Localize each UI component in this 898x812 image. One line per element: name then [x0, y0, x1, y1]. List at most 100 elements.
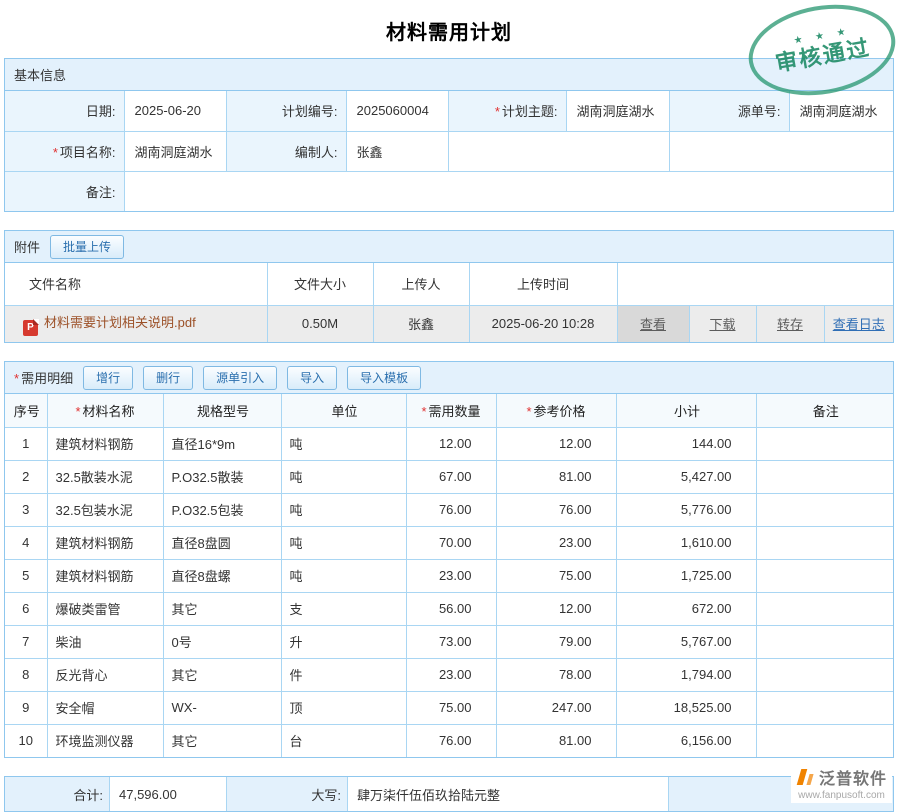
- cell-qty[interactable]: 23.00: [406, 559, 496, 592]
- add-row-button[interactable]: 增行: [83, 366, 133, 390]
- cell-spec[interactable]: 其它: [163, 724, 281, 757]
- source-import-button[interactable]: 源单引入: [203, 366, 277, 390]
- cell-remark[interactable]: [756, 592, 893, 625]
- cell-price[interactable]: 75.00: [496, 559, 616, 592]
- cell-spec[interactable]: 直径8盘螺: [163, 559, 281, 592]
- cell-spec[interactable]: 直径16*9m: [163, 427, 281, 460]
- import-button[interactable]: 导入: [287, 366, 337, 390]
- cell-unit[interactable]: 吨: [281, 559, 406, 592]
- plan-no-field[interactable]: 2025060004: [346, 91, 448, 131]
- cell-remark[interactable]: [756, 625, 893, 658]
- remark-field[interactable]: [124, 171, 893, 211]
- cell-unit[interactable]: 件: [281, 658, 406, 691]
- cell-unit[interactable]: 支: [281, 592, 406, 625]
- cell-remark[interactable]: [756, 427, 893, 460]
- subject-field[interactable]: 湖南洞庭湖水: [566, 91, 669, 131]
- cell-price[interactable]: 247.00: [496, 691, 616, 724]
- cell-remark[interactable]: [756, 724, 893, 757]
- date-field[interactable]: 2025-06-20: [124, 91, 226, 131]
- cell-unit[interactable]: 吨: [281, 526, 406, 559]
- cell-unit[interactable]: 吨: [281, 493, 406, 526]
- editor-field[interactable]: 张鑫: [346, 131, 448, 171]
- cell-qty[interactable]: 75.00: [406, 691, 496, 724]
- cell-price[interactable]: 81.00: [496, 724, 616, 757]
- transfer-link[interactable]: 转存: [777, 317, 803, 332]
- cell-spec[interactable]: 其它: [163, 658, 281, 691]
- view-log-link[interactable]: 查看日志: [833, 317, 885, 332]
- cell-seq: 4: [5, 526, 47, 559]
- cell-remark[interactable]: [756, 493, 893, 526]
- cell-qty[interactable]: 23.00: [406, 658, 496, 691]
- cell-spec[interactable]: P.O32.5散装: [163, 460, 281, 493]
- table-row: 3 32.5包装水泥 P.O32.5包装 吨 76.00 76.00 5,776…: [5, 493, 893, 526]
- cell-material-name[interactable]: 建筑材料钢筋: [47, 559, 163, 592]
- col-header-label: 小计: [674, 404, 700, 419]
- cell-material-name[interactable]: 建筑材料钢筋: [47, 526, 163, 559]
- cell-qty[interactable]: 70.00: [406, 526, 496, 559]
- cell-unit[interactable]: 台: [281, 724, 406, 757]
- col-header-label: 参考价格: [534, 404, 586, 419]
- cell-remark[interactable]: [756, 658, 893, 691]
- basic-info-header-bar: 基本信息: [5, 59, 893, 91]
- cell-material-name[interactable]: 32.5包装水泥: [47, 493, 163, 526]
- cell-price[interactable]: 78.00: [496, 658, 616, 691]
- attachments-header-row: 文件名称 文件大小 上传人 上传时间: [5, 263, 893, 305]
- cell-seq: 3: [5, 493, 47, 526]
- cell-remark[interactable]: [756, 526, 893, 559]
- cell-subtotal: 144.00: [616, 427, 756, 460]
- cell-material-name[interactable]: 32.5散装水泥: [47, 460, 163, 493]
- required-mark: *: [53, 145, 58, 160]
- cell-price[interactable]: 81.00: [496, 460, 616, 493]
- cell-unit[interactable]: 顶: [281, 691, 406, 724]
- cell-remark[interactable]: [756, 460, 893, 493]
- cell-unit[interactable]: 升: [281, 625, 406, 658]
- table-row: 9 安全帽 WX- 顶 75.00 247.00 18,525.00: [5, 691, 893, 724]
- col-header-file-size: 文件大小: [267, 263, 373, 305]
- cell-qty[interactable]: 73.00: [406, 625, 496, 658]
- view-link[interactable]: 查看: [640, 317, 666, 332]
- project-name-label-text: 项目名称:: [60, 145, 116, 160]
- file-name-link[interactable]: 材料需要计划相关说明.pdf: [44, 315, 196, 330]
- cell-material-name[interactable]: 反光背心: [47, 658, 163, 691]
- source-no-field[interactable]: 湖南洞庭湖水: [789, 91, 893, 131]
- col-header-label: 备注: [813, 404, 839, 419]
- cell-material-name[interactable]: 柴油: [47, 625, 163, 658]
- cell-remark[interactable]: [756, 559, 893, 592]
- subject-label-text: 计划主题:: [502, 104, 558, 119]
- cell-qty[interactable]: 76.00: [406, 724, 496, 757]
- cell-price[interactable]: 76.00: [496, 493, 616, 526]
- cell-qty[interactable]: 12.00: [406, 427, 496, 460]
- table-row: 4 建筑材料钢筋 直径8盘圆 吨 70.00 23.00 1,610.00: [5, 526, 893, 559]
- cell-spec[interactable]: 0号: [163, 625, 281, 658]
- table-row: 6 爆破类雷管 其它 支 56.00 12.00 672.00: [5, 592, 893, 625]
- material-requirement-plan-page: 材料需用计划 ★ ★ ★ 审核通过 基本信息 日期: 2025-06-20 计划…: [0, 0, 898, 812]
- cell-price[interactable]: 12.00: [496, 427, 616, 460]
- brand-name: 泛普软件: [819, 765, 887, 789]
- cell-material-name[interactable]: 安全帽: [47, 691, 163, 724]
- cell-qty[interactable]: 67.00: [406, 460, 496, 493]
- cell-material-name[interactable]: 爆破类雷管: [47, 592, 163, 625]
- batch-upload-button[interactable]: 批量上传: [50, 235, 124, 259]
- project-name-field[interactable]: 湖南洞庭湖水: [124, 131, 226, 171]
- cell-price[interactable]: 12.00: [496, 592, 616, 625]
- cell-price[interactable]: 79.00: [496, 625, 616, 658]
- cell-material-name[interactable]: 建筑材料钢筋: [47, 427, 163, 460]
- cell-subtotal: 1,725.00: [616, 559, 756, 592]
- col-header-unit: 单位: [281, 394, 406, 427]
- caps-value: 肆万柒仟伍佰玖拾陆元整: [347, 777, 669, 811]
- cell-qty[interactable]: 56.00: [406, 592, 496, 625]
- cell-remark[interactable]: [756, 691, 893, 724]
- cell-unit[interactable]: 吨: [281, 460, 406, 493]
- import-template-button[interactable]: 导入模板: [347, 366, 421, 390]
- cell-unit[interactable]: 吨: [281, 427, 406, 460]
- cell-spec[interactable]: WX-: [163, 691, 281, 724]
- delete-row-button[interactable]: 删行: [143, 366, 193, 390]
- col-header-label: 材料名称: [83, 404, 135, 419]
- download-link[interactable]: 下载: [709, 317, 735, 332]
- cell-material-name[interactable]: 环境监测仪器: [47, 724, 163, 757]
- cell-spec[interactable]: P.O32.5包装: [163, 493, 281, 526]
- cell-spec[interactable]: 其它: [163, 592, 281, 625]
- cell-price[interactable]: 23.00: [496, 526, 616, 559]
- cell-spec[interactable]: 直径8盘圆: [163, 526, 281, 559]
- cell-qty[interactable]: 76.00: [406, 493, 496, 526]
